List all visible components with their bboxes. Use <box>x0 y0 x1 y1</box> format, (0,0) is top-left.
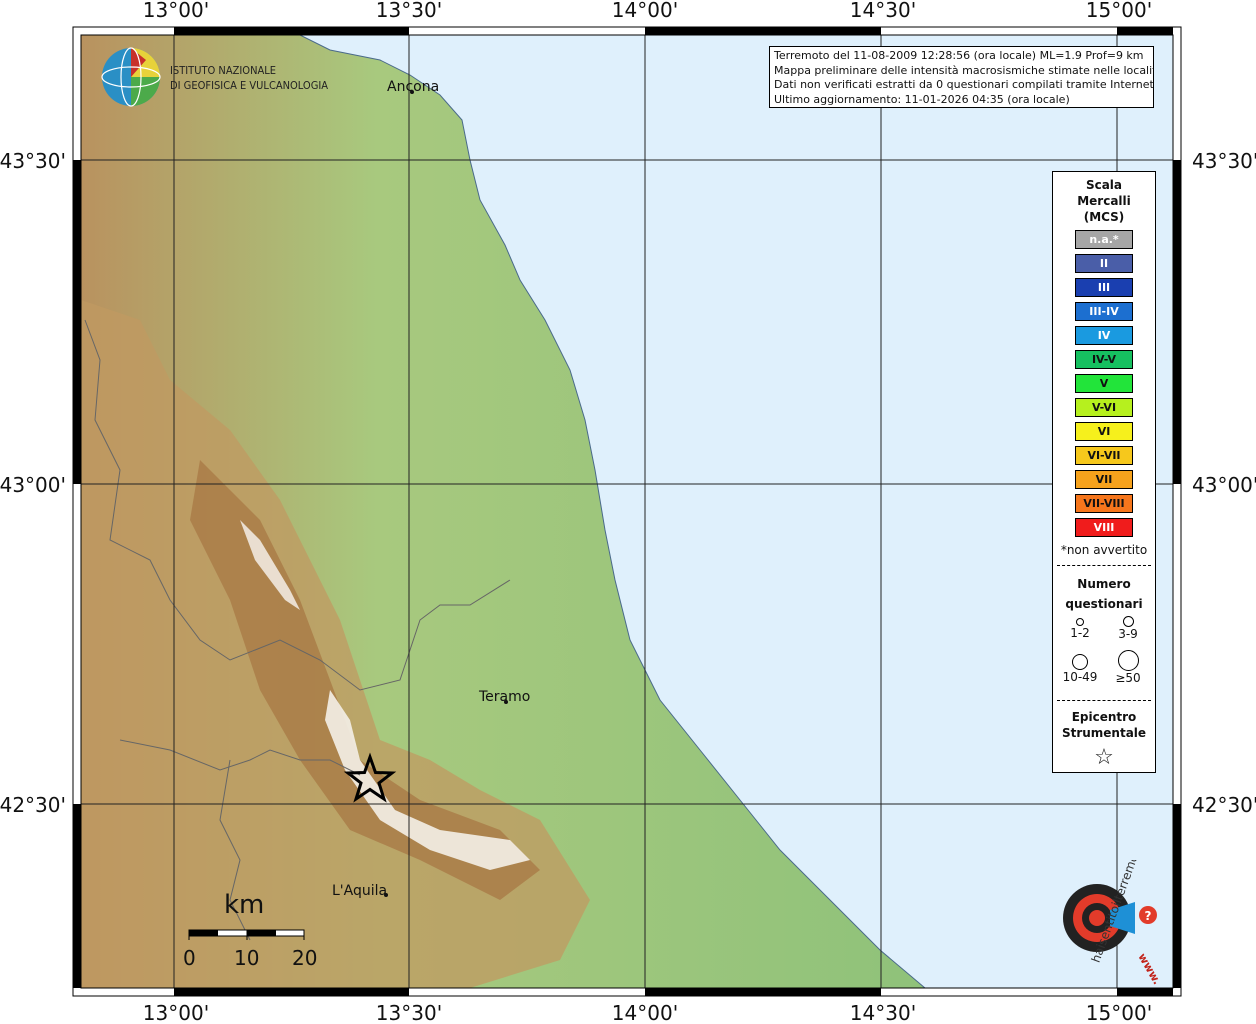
q-size-label: ≥50 <box>1115 671 1141 685</box>
city-laquila: L'Aquila <box>332 883 388 899</box>
mcs-scale-item: VIII <box>1075 518 1133 537</box>
lat-label: 43°30' <box>0 149 66 173</box>
mcs-scale-item: V <box>1075 374 1133 393</box>
circle-icon <box>1076 618 1084 626</box>
lon-label: 14°00' <box>612 1001 678 1024</box>
legend-title: Scala Mercalli (MCS) <box>1053 177 1155 225</box>
legend-divider <box>1057 700 1151 701</box>
legend-title-line: (MCS) <box>1083 210 1125 224</box>
event-info-line: Ultimo aggiornamento: 11-01-2026 04:35 (… <box>774 92 1070 106</box>
q-size-label: 3-9 <box>1118 627 1138 641</box>
epicenter-star-icon: ☆ <box>1094 745 1114 770</box>
lon-label: 13°00' <box>143 0 209 22</box>
legend-title-line: Mercalli <box>1077 194 1131 208</box>
intensity-legend: Scala Mercalli (MCS) n.a.* II III III-IV IV I… <box>1052 171 1156 773</box>
q-size-label: 10-49 <box>1062 670 1098 684</box>
city-label: L'Aquila <box>332 883 387 899</box>
questionnaire-size-legend: 1-2 3-9 10-49 ≥50 <box>1053 614 1155 692</box>
legend-title-line: Scala <box>1085 178 1123 192</box>
q-size-item: 1-2 <box>1055 618 1105 640</box>
lon-label: 14°00' <box>612 0 678 22</box>
legend-scale-list: n.a.* II III III-IV IV IV-V V V-VI VI VI-VII VII VI… <box>1053 230 1155 537</box>
legend-title-line: Strumentale <box>1061 726 1147 740</box>
scale-tick-label: 20 <box>292 946 318 970</box>
scale-bar: km 0 10 20 <box>180 890 330 970</box>
city-teramo: Teramo <box>478 689 530 705</box>
mcs-scale-item: V-VI <box>1075 398 1133 417</box>
mcs-scale-item: VII-VIII <box>1075 494 1133 513</box>
mcs-scale-item: VI <box>1075 422 1133 441</box>
legend-note: *non avvertito <box>1060 543 1148 557</box>
svg-text:?: ? <box>1145 909 1152 923</box>
legend-divider <box>1057 565 1151 566</box>
lon-label: 13°30' <box>376 0 442 22</box>
q-size-item: 3-9 <box>1103 616 1153 641</box>
lon-label: 15°00' <box>1086 0 1152 22</box>
circle-icon <box>1122 616 1134 627</box>
city-label: Teramo <box>478 689 530 705</box>
event-info-line: Terremoto del 11-08-2009 12:28:56 (ora l… <box>774 49 1144 62</box>
epicenter-legend-title: Epicentro Strumentale <box>1053 709 1155 741</box>
mcs-scale-item: III <box>1075 278 1133 297</box>
legend-title-line: questionari <box>1065 597 1143 611</box>
scale-bar-graphic <box>188 929 305 940</box>
haisentito-logo: ? haisentitoilterremoto.it www. <box>1040 830 1190 987</box>
lat-label: 43°00' <box>0 473 66 497</box>
legend-title-line: Numero <box>1077 577 1131 591</box>
mcs-scale-item: VI-VII <box>1075 446 1133 465</box>
mcs-scale-item: III-IV <box>1075 302 1133 321</box>
brand-www: www. <box>1135 951 1163 985</box>
lon-label: 13°30' <box>376 1001 442 1024</box>
lon-label: 14°30' <box>850 0 916 22</box>
scale-tick-label: 0 <box>183 946 196 970</box>
mcs-scale-item: II <box>1075 254 1133 273</box>
logo-text: ISTITUTO NAZIONALE <box>170 64 276 77</box>
q-size-item: 10-49 <box>1055 654 1105 684</box>
lon-label: 13°00' <box>143 1001 209 1024</box>
logo-text: DI GEOFISICA E VULCANOLOGIA <box>170 79 328 92</box>
city-ancona: Ancona <box>387 79 439 95</box>
lat-label: 43°30' <box>1192 149 1256 173</box>
circle-icon <box>1072 654 1088 670</box>
lat-label: 43°00' <box>1192 473 1256 497</box>
mcs-scale-item: VII <box>1075 470 1133 489</box>
brand-logo-graphic: ? haisentitoilterremoto.it www. <box>1063 830 1164 987</box>
event-info-line: Dati non verificati estratti da 0 questi… <box>774 78 1154 91</box>
mcs-scale-item: IV <box>1075 326 1133 345</box>
scale-tick-label: 10 <box>234 946 260 970</box>
q-size-label: 1-2 <box>1070 626 1090 640</box>
questionnaire-legend-title: Numero questionari <box>1053 574 1155 614</box>
mcs-scale-item: n.a.* <box>1075 230 1133 249</box>
lat-label: 42°30' <box>1192 793 1256 817</box>
lon-label: 15°00' <box>1086 1001 1152 1024</box>
circle-icon <box>1117 650 1139 671</box>
city-label: Ancona <box>387 79 439 95</box>
lat-label: 42°30' <box>0 793 66 817</box>
q-size-item: ≥50 <box>1103 650 1153 685</box>
event-info-line: Mappa preliminare delle intensità macros… <box>774 63 1154 77</box>
lon-label: 14°30' <box>850 1001 916 1024</box>
mcs-scale-item: IV-V <box>1075 350 1133 369</box>
legend-title-line: Epicentro <box>1071 710 1137 724</box>
event-info-box: Terremoto del 11-08-2009 12:28:56 (ora l… <box>769 46 1154 108</box>
